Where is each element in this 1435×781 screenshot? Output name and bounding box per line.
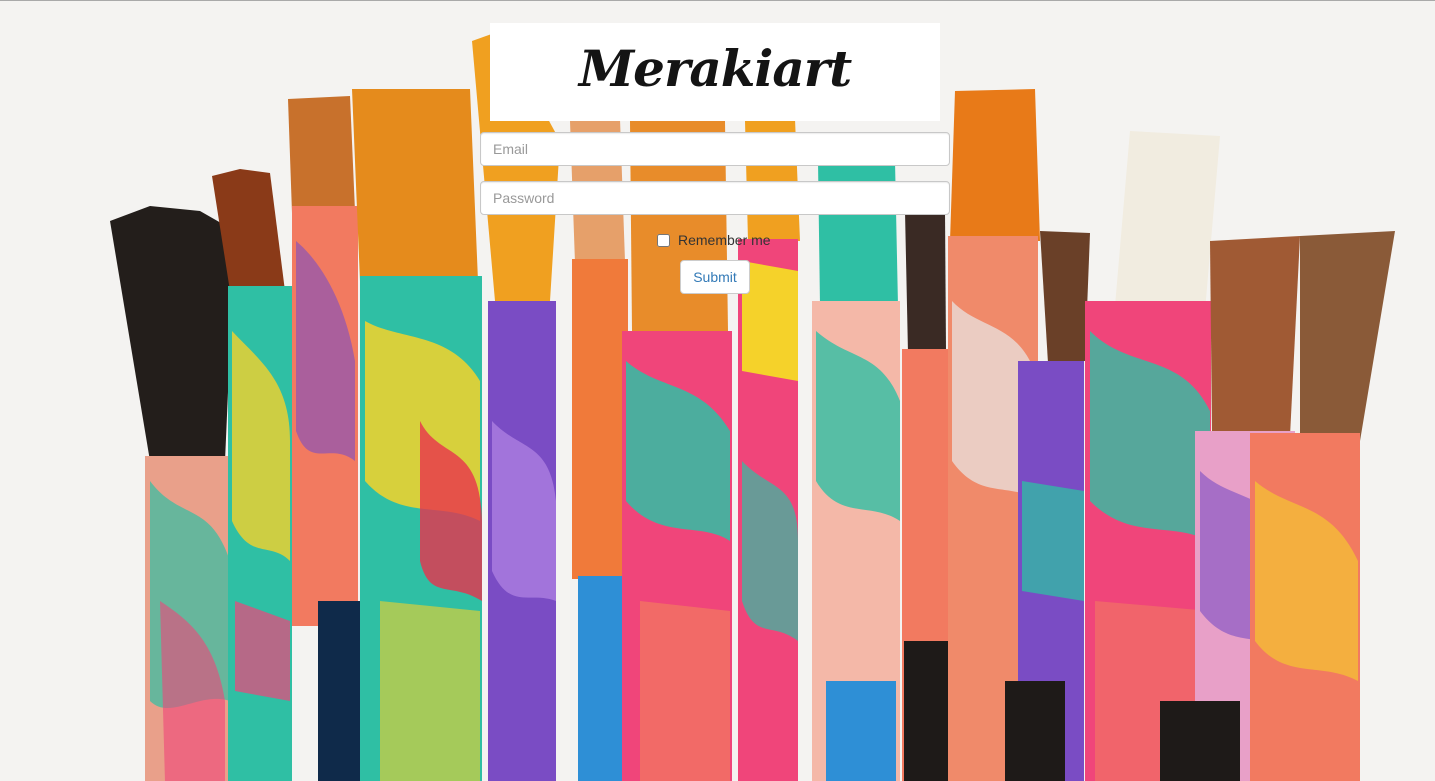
logo-banner: Merakiart bbox=[490, 23, 940, 121]
remember-me-checkbox[interactable] bbox=[657, 233, 670, 247]
submit-button[interactable]: Submit bbox=[680, 260, 750, 294]
email-input[interactable] bbox=[480, 132, 950, 166]
login-page: Merakiart Remember me Submit bbox=[0, 0, 1435, 781]
brand-logo: Merakiart bbox=[578, 39, 852, 98]
remember-me-label: Remember me bbox=[678, 232, 771, 248]
password-input[interactable] bbox=[480, 181, 950, 215]
remember-me[interactable]: Remember me bbox=[657, 230, 771, 250]
